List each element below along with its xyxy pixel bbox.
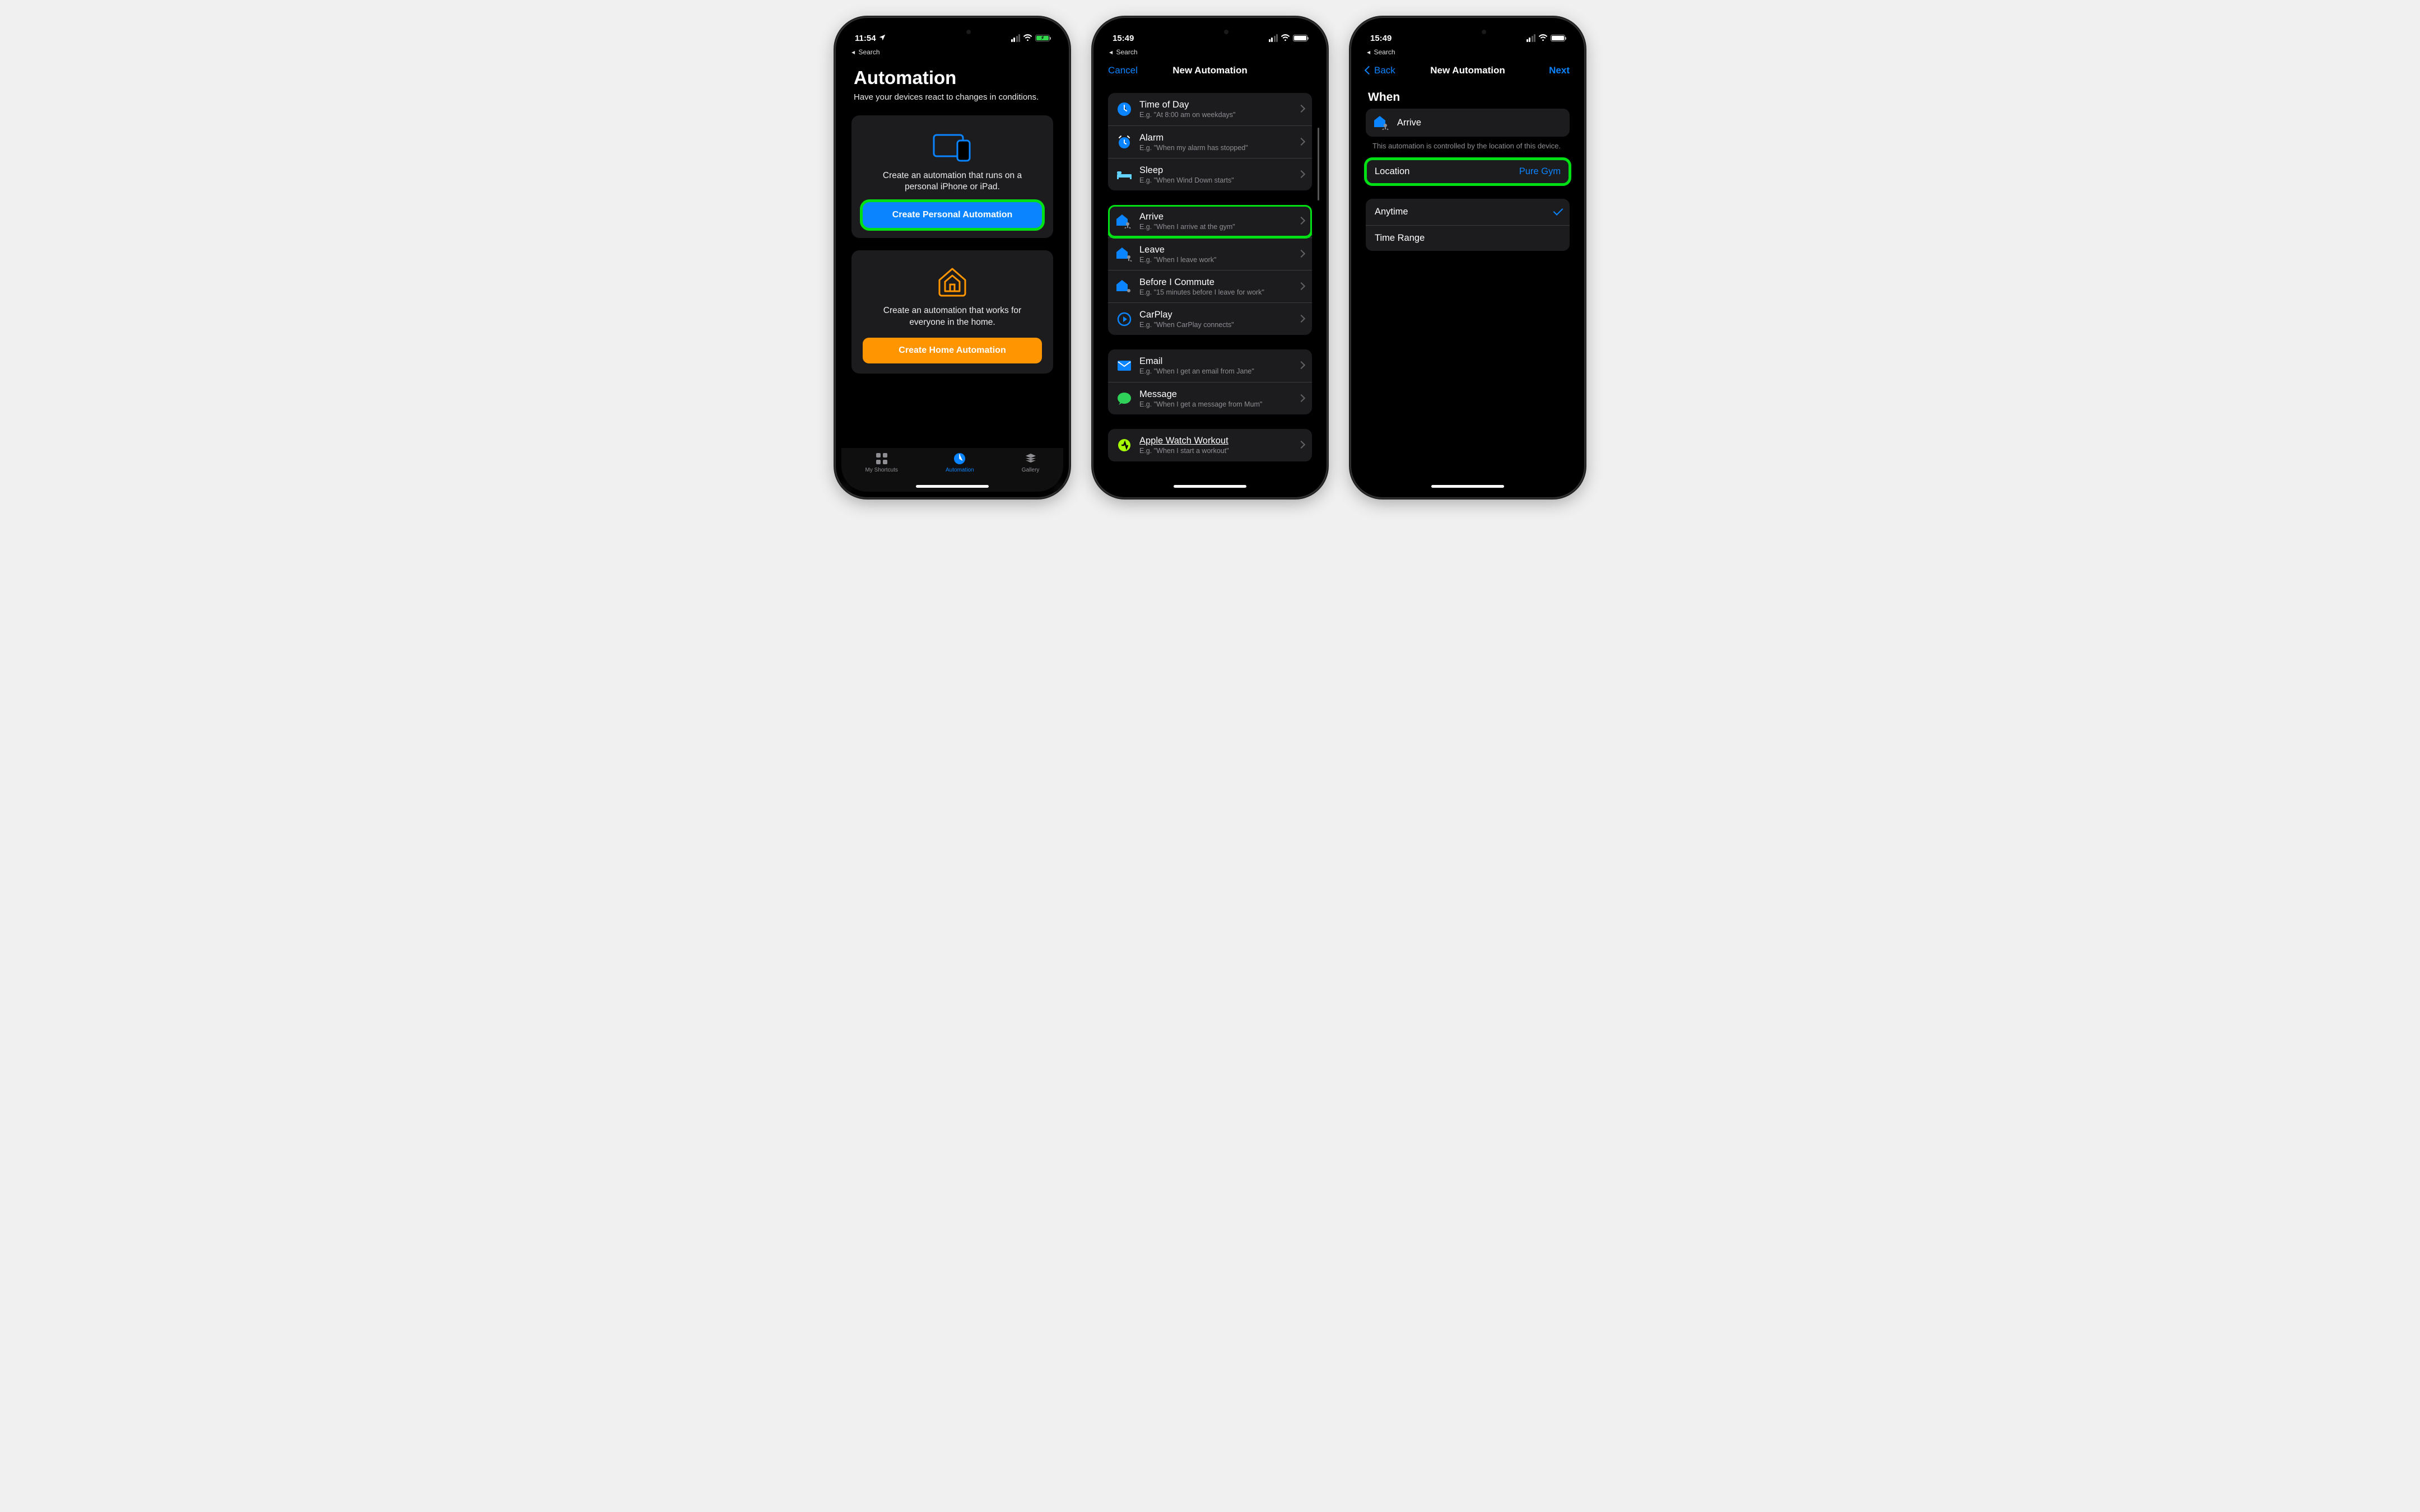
arrive-icon (1116, 213, 1133, 230)
screen-new-automation-triggers: 15:49 Search Cancel New Automation (1099, 24, 1321, 492)
chevron-right-icon (1299, 394, 1304, 404)
cellular-icon (1011, 34, 1021, 42)
wifi-icon (1023, 35, 1032, 41)
home-indicator[interactable] (1431, 485, 1504, 488)
trigger-group-location: ArriveE.g. "When I arrive at the gym" Le… (1108, 205, 1312, 335)
notch (910, 24, 994, 40)
phone-frame-3: 15:49 Search Back New Automation Next Wh… (1350, 17, 1585, 498)
trigger-sleep[interactable]: SleepE.g. "When Wind Down starts" (1108, 158, 1312, 190)
back-to-search[interactable]: Search (841, 48, 1063, 58)
create-personal-automation-button[interactable]: Create Personal Automation (863, 202, 1042, 228)
chevron-right-icon (1299, 361, 1304, 371)
location-row[interactable]: Location Pure Gym (1366, 159, 1570, 184)
time-options-group: Anytime Time Range (1366, 199, 1570, 251)
carplay-icon (1116, 311, 1133, 328)
message-icon (1116, 390, 1133, 407)
home-indicator[interactable] (1174, 485, 1246, 488)
email-icon (1116, 357, 1133, 374)
back-to-search[interactable]: Search (1099, 48, 1321, 58)
battery-icon (1551, 35, 1565, 41)
battery-icon (1293, 35, 1307, 41)
trigger-carplay[interactable]: CarPlayE.g. "When CarPlay connects" (1108, 302, 1312, 335)
scrollbar[interactable] (1318, 128, 1319, 200)
location-value: Pure Gym (1519, 166, 1561, 177)
next-button[interactable]: Next (1530, 65, 1570, 76)
chevron-right-icon (1299, 440, 1304, 450)
chevron-right-icon (1299, 314, 1304, 324)
cellular-icon (1527, 34, 1536, 42)
checkmark-icon (1556, 206, 1561, 218)
tab-my-shortcuts[interactable]: My Shortcuts (865, 452, 898, 473)
back-button[interactable]: Back (1366, 65, 1405, 76)
status-time: 15:49 (1370, 34, 1392, 43)
trigger-group-communication: EmailE.g. "When I get an email from Jane… (1108, 349, 1312, 414)
trigger-time-of-day[interactable]: Time of DayE.g. "At 8:00 am on weekdays" (1108, 93, 1312, 125)
tab-gallery[interactable]: Gallery (1022, 452, 1040, 473)
notch (1168, 24, 1252, 40)
trigger-before-commute[interactable]: Before I CommuteE.g. "15 minutes before … (1108, 270, 1312, 302)
trigger-arrive[interactable]: ArriveE.g. "When I arrive at the gym" (1108, 205, 1312, 237)
nav-bar: Back New Automation Next (1357, 58, 1579, 83)
wifi-icon (1538, 35, 1548, 41)
tab-automation[interactable]: Automation (946, 452, 974, 473)
personal-automation-card: Create an automation that runs on a pers… (851, 115, 1053, 239)
devices-icon (863, 130, 1042, 164)
trigger-email[interactable]: EmailE.g. "When I get an email from Jane… (1108, 349, 1312, 382)
chevron-right-icon (1299, 137, 1304, 147)
trigger-leave[interactable]: LeaveE.g. "When I leave work" (1108, 237, 1312, 270)
home-automation-card: Create an automation that works for ever… (851, 250, 1053, 374)
notch (1426, 24, 1510, 40)
leave-icon (1116, 246, 1133, 263)
cancel-button[interactable]: Cancel (1108, 65, 1147, 76)
chevron-right-icon (1299, 170, 1304, 180)
trigger-alarm[interactable]: AlarmE.g. "When my alarm has stopped" (1108, 125, 1312, 158)
trigger-summary-row: Arrive (1366, 109, 1570, 137)
bed-icon (1116, 166, 1133, 183)
trigger-apple-watch-workout[interactable]: Apple Watch WorkoutE.g. "When I start a … (1108, 429, 1312, 461)
screen-arrive-config: 15:49 Search Back New Automation Next Wh… (1357, 24, 1579, 492)
commute-icon (1116, 278, 1133, 295)
clock-icon (1116, 101, 1133, 118)
home-icon (863, 265, 1042, 298)
shortcuts-icon (875, 452, 888, 465)
gallery-icon (1024, 452, 1037, 465)
back-to-search[interactable]: Search (1357, 48, 1579, 58)
home-indicator[interactable] (916, 485, 989, 488)
arrive-icon (1374, 115, 1390, 130)
phone-frame-1: 11:54 ⚡︎ Search Automation Have your dev… (835, 17, 1070, 498)
phone-frame-2: 15:49 Search Cancel New Automation (1092, 17, 1328, 498)
battery-charging-icon: ⚡︎ (1035, 35, 1050, 41)
chevron-right-icon (1299, 249, 1304, 259)
option-time-range[interactable]: Time Range (1366, 225, 1570, 251)
chevron-right-icon (1299, 104, 1304, 114)
trigger-group-workout: Apple Watch WorkoutE.g. "When I start a … (1108, 429, 1312, 461)
alarm-icon (1116, 134, 1133, 151)
personal-description: Create an automation that runs on a pers… (863, 170, 1042, 203)
cellular-icon (1269, 34, 1278, 42)
workout-icon (1116, 437, 1133, 454)
page-subtitle: Have your devices react to changes in co… (841, 92, 1063, 111)
chevron-right-icon (1299, 216, 1304, 226)
automation-tab-icon (953, 452, 966, 465)
status-time: 11:54 (855, 34, 876, 43)
chevron-right-icon (1299, 282, 1304, 292)
helper-text: This automation is controlled by the loc… (1357, 137, 1579, 159)
chevron-left-icon (1366, 65, 1373, 76)
trigger-name: Arrive (1397, 118, 1421, 128)
location-label: Location (1375, 166, 1409, 177)
trigger-group-time: Time of DayE.g. "At 8:00 am on weekdays"… (1108, 93, 1312, 190)
option-anytime[interactable]: Anytime (1366, 199, 1570, 225)
wifi-icon (1281, 35, 1290, 41)
location-services-icon (878, 34, 886, 43)
trigger-list-scroll[interactable]: Time of DayE.g. "At 8:00 am on weekdays"… (1099, 83, 1321, 492)
section-when-title: When (1357, 83, 1579, 109)
nav-bar: Cancel New Automation (1099, 58, 1321, 83)
page-title: Automation (841, 58, 1063, 92)
home-description: Create an automation that works for ever… (863, 305, 1042, 338)
screen-automation: 11:54 ⚡︎ Search Automation Have your dev… (841, 24, 1063, 492)
trigger-message[interactable]: MessageE.g. "When I get a message from M… (1108, 382, 1312, 414)
create-home-automation-button[interactable]: Create Home Automation (863, 338, 1042, 363)
status-time: 15:49 (1113, 34, 1134, 43)
